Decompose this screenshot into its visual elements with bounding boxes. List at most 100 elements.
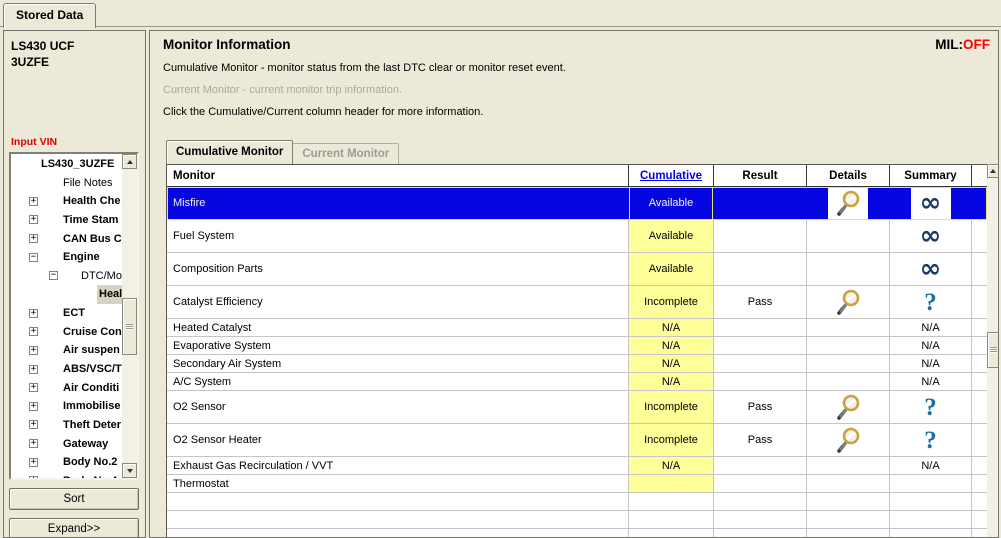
- result-cell: Pass: [714, 286, 807, 319]
- tree-item[interactable]: +Immobilise: [11, 397, 122, 416]
- details-cell[interactable]: [807, 187, 890, 220]
- tree-item[interactable]: +Air Conditi: [11, 379, 122, 398]
- monitor-row[interactable]: Catalyst EfficiencyIncompletePass?: [167, 286, 987, 319]
- collapse-icon[interactable]: −: [29, 253, 38, 262]
- details-cell[interactable]: [807, 424, 890, 457]
- tab-cumulative-monitor[interactable]: Cumulative Monitor: [166, 140, 293, 164]
- expand-icon[interactable]: +: [29, 476, 38, 478]
- tree-item[interactable]: +Air suspen: [11, 341, 122, 360]
- expand-icon[interactable]: +: [29, 234, 38, 243]
- details-cell: [807, 475, 890, 493]
- summary-cell: [890, 475, 972, 493]
- tree-scrollbar[interactable]: [122, 154, 137, 478]
- monitor-row[interactable]: [167, 493, 987, 511]
- magnifier-icon[interactable]: [835, 427, 861, 453]
- input-vin-label[interactable]: Input VIN: [11, 136, 57, 148]
- tree-item[interactable]: +Cruise Con: [11, 323, 122, 342]
- monitor-row[interactable]: Fuel SystemAvailable∞: [167, 220, 987, 253]
- monitor-row[interactable]: Exhaust Gas Recirculation / VVTN/AN/A: [167, 457, 987, 475]
- monitor-row[interactable]: [167, 529, 987, 538]
- expand-icon[interactable]: +: [29, 402, 38, 411]
- expand-icon[interactable]: +: [29, 458, 38, 467]
- cumulative-cell: [629, 493, 714, 511]
- tree-item[interactable]: + CAN Bus C: [11, 230, 122, 249]
- summary-cell: ∞: [890, 187, 972, 220]
- monitor-row[interactable]: A/C SystemN/AN/A: [167, 373, 987, 391]
- scroll-up-icon[interactable]: [987, 164, 999, 178]
- expand-icon[interactable]: +: [29, 365, 38, 374]
- monitor-row[interactable]: MisfireAvailable∞: [167, 187, 987, 220]
- cumulative-cell: N/A: [629, 337, 714, 355]
- monitor-row[interactable]: Secondary Air SystemN/AN/A: [167, 355, 987, 373]
- cumulative-cell: Available: [629, 187, 714, 220]
- monitor-row[interactable]: Evaporative SystemN/AN/A: [167, 337, 987, 355]
- tree-item[interactable]: +Theft Deter: [11, 416, 122, 435]
- tree-item[interactable]: +ECT: [11, 304, 122, 323]
- header-monitor: Monitor: [167, 165, 629, 187]
- cumulative-monitor-description: Cumulative Monitor - monitor status from…: [163, 62, 566, 74]
- tree-item[interactable]: +Health Che: [11, 192, 122, 211]
- details-cell: [807, 373, 890, 391]
- column-header-hint: Click the Cumulative/Current column head…: [163, 106, 483, 118]
- tree-item[interactable]: −DTC/Mo: [11, 267, 122, 286]
- details-cell[interactable]: [807, 286, 890, 319]
- monitor-row[interactable]: Thermostat: [167, 475, 987, 493]
- details-cell[interactable]: [807, 391, 890, 424]
- expand-button[interactable]: Expand>>: [9, 518, 139, 538]
- expand-icon[interactable]: +: [29, 383, 38, 392]
- monitor-row[interactable]: Heated CatalystN/AN/A: [167, 319, 987, 337]
- monitor-name-cell: [167, 529, 629, 538]
- tree-item[interactable]: Heal: [11, 285, 122, 304]
- summary-cell: [890, 511, 972, 529]
- tree-item[interactable]: +ABS/VSC/T: [11, 360, 122, 379]
- tree-scroll-thumb[interactable]: [122, 298, 137, 355]
- tree-item[interactable]: File Notes: [11, 174, 122, 193]
- scroll-down-icon[interactable]: [122, 463, 137, 478]
- magnifier-icon[interactable]: [835, 190, 861, 216]
- tree-item[interactable]: +Gateway: [11, 435, 122, 454]
- monitor-name-cell: O2 Sensor: [167, 391, 629, 424]
- current-monitor-description: Current Monitor - current monitor trip i…: [163, 84, 402, 96]
- header-cumulative-link[interactable]: Cumulative: [629, 165, 714, 187]
- magnifier-icon[interactable]: [835, 289, 861, 315]
- sort-button[interactable]: Sort: [9, 488, 139, 510]
- vehicle-tree: LS430_3UZFEFile Notes+Health Che+Time St…: [9, 152, 139, 480]
- tree-item[interactable]: LS430_3UZFE: [11, 155, 122, 174]
- result-cell: [714, 529, 807, 538]
- tree-item-label: Body No.2: [63, 453, 117, 472]
- table-scroll-thumb[interactable]: [987, 332, 999, 368]
- filler-cell: [972, 457, 987, 475]
- expand-icon[interactable]: +: [29, 309, 38, 318]
- tree-item[interactable]: +Time Stam: [11, 211, 122, 230]
- monitor-row[interactable]: O2 SensorIncompletePass?: [167, 391, 987, 424]
- expand-icon[interactable]: +: [29, 439, 38, 448]
- result-cell: [714, 319, 807, 337]
- tree-item[interactable]: + Body No.2: [11, 453, 122, 472]
- tree-item[interactable]: −Engine: [11, 248, 122, 267]
- filler-cell: [972, 475, 987, 493]
- tree-item[interactable]: +Body No.4: [11, 472, 122, 478]
- tab-current-monitor[interactable]: Current Monitor: [293, 143, 399, 164]
- summary-cell: N/A: [890, 337, 972, 355]
- summary-cell: ?: [890, 286, 972, 319]
- vehicle-model: LS430 UCF: [11, 38, 74, 54]
- table-header-row: MonitorCumulativeResultDetailsSummary: [167, 165, 987, 187]
- expand-icon[interactable]: +: [29, 215, 38, 224]
- tab-stored-data[interactable]: Stored Data: [3, 3, 96, 28]
- expand-icon[interactable]: +: [29, 346, 38, 355]
- expand-icon[interactable]: +: [29, 327, 38, 336]
- monitor-row[interactable]: Composition PartsAvailable∞: [167, 253, 987, 286]
- table-scrollbar[interactable]: [987, 164, 999, 538]
- expand-icon[interactable]: +: [29, 420, 38, 429]
- result-cell: [714, 253, 807, 286]
- details-cell: [807, 457, 890, 475]
- expand-icon[interactable]: +: [29, 197, 38, 206]
- monitor-row[interactable]: [167, 511, 987, 529]
- monitor-name-cell: [167, 493, 629, 511]
- tree-item-label: CAN Bus C: [63, 230, 122, 249]
- scroll-up-icon[interactable]: [122, 154, 137, 169]
- monitor-row[interactable]: O2 Sensor HeaterIncompletePass?: [167, 424, 987, 457]
- summary-cell: N/A: [890, 355, 972, 373]
- collapse-icon[interactable]: −: [49, 271, 58, 280]
- magnifier-icon[interactable]: [835, 394, 861, 420]
